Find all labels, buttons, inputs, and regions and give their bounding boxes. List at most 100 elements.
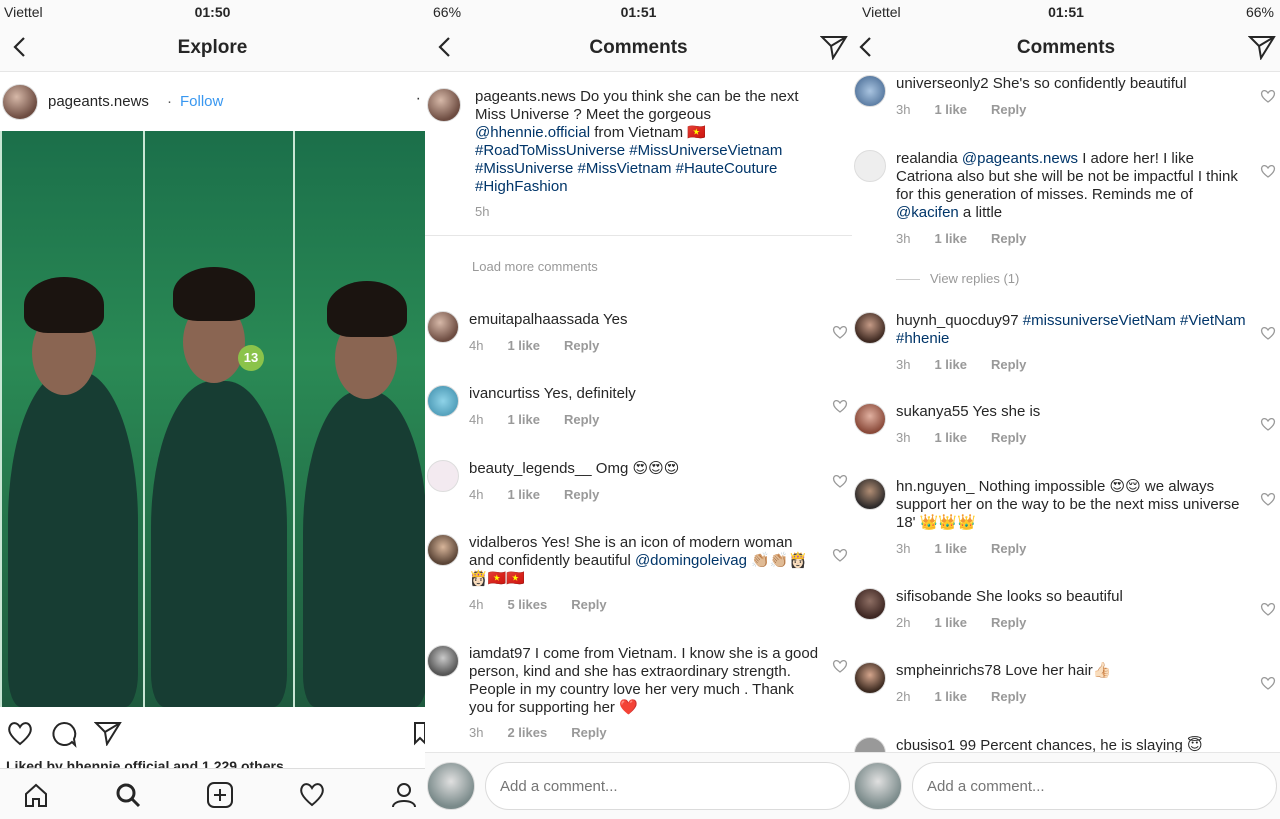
direct-share-icon[interactable] (1248, 34, 1276, 60)
caption-hashtags[interactable]: #RoadToMissUniverse #MissUniverseVietnam… (475, 142, 782, 195)
comment-input[interactable] (485, 762, 850, 810)
post-author-avatar[interactable] (2, 84, 38, 120)
reply-button[interactable]: Reply (564, 412, 599, 427)
commenter-avatar[interactable] (854, 588, 886, 620)
direct-share-icon[interactable] (820, 34, 848, 60)
commenter-avatar[interactable] (427, 645, 459, 677)
like-heart-icon[interactable] (1260, 164, 1276, 178)
like-heart-icon[interactable] (832, 399, 848, 413)
comment-likes[interactable]: 1 like (934, 541, 967, 556)
reply-button[interactable]: Reply (571, 597, 606, 612)
reply-button[interactable]: Reply (991, 102, 1026, 117)
new-post-icon[interactable] (206, 781, 234, 809)
comment-icon[interactable] (50, 720, 78, 748)
comment-likes[interactable]: 1 like (934, 430, 967, 445)
commenter-avatar[interactable] (427, 385, 459, 417)
comment-time: 3h (896, 430, 911, 445)
hair-shape (173, 267, 255, 321)
like-heart-icon[interactable] (1260, 492, 1276, 506)
comment-mention-2[interactable]: @kacifen (896, 204, 959, 221)
activity-heart-icon[interactable] (298, 781, 326, 807)
comment-likes[interactable]: 1 like (507, 338, 540, 353)
reply-button[interactable]: Reply (991, 231, 1026, 246)
comment-body: Omg 😍😍😍 (591, 460, 680, 477)
reply-button[interactable]: Reply (564, 487, 599, 502)
liked-by-text[interactable]: Liked by hhennie.official and 1,229 othe… (6, 758, 284, 768)
comment-text: sukanya55 Yes she is (896, 403, 1246, 421)
caption-text: pageants.news Do you think she can be th… (475, 88, 820, 196)
heart-icon[interactable] (6, 720, 34, 746)
commenter-username[interactable]: realandia (896, 150, 958, 167)
commenter-username[interactable]: iamdat97 (469, 645, 531, 662)
like-heart-icon[interactable] (1260, 326, 1276, 340)
commenter-avatar[interactable] (854, 478, 886, 510)
comment-input[interactable] (912, 762, 1277, 810)
commenter-username[interactable]: hn.nguyen_ (896, 478, 974, 495)
commenter-username[interactable]: smpheinrichs78 (896, 662, 1001, 679)
search-icon[interactable] (114, 781, 142, 809)
comment-likes[interactable]: 1 like (934, 615, 967, 630)
post-image[interactable]: 13 (0, 131, 425, 707)
comment-likes[interactable]: 2 likes (507, 725, 547, 740)
commenter-avatar[interactable] (854, 150, 886, 182)
comment-likes[interactable]: 1 like (934, 102, 967, 117)
commenter-username[interactable]: huynh_quocduy97 (896, 312, 1019, 329)
share-icon[interactable] (94, 720, 122, 746)
like-heart-icon[interactable] (1260, 602, 1276, 616)
view-replies-link[interactable]: View replies (1) (896, 271, 1019, 286)
comment-time: 4h (469, 487, 484, 502)
commenter-avatar[interactable] (854, 75, 886, 107)
comment-likes[interactable]: 1 like (934, 689, 967, 704)
commenter-username[interactable]: sifisobande (896, 588, 972, 605)
like-heart-icon[interactable] (1260, 417, 1276, 431)
comment-text: realandia @pageants.news I adore her! I … (896, 150, 1246, 222)
post-author-username[interactable]: pageants.news (48, 93, 149, 110)
comment-mention[interactable]: @domingoleivag (635, 552, 747, 569)
reply-button[interactable]: Reply (991, 689, 1026, 704)
like-heart-icon[interactable] (1260, 89, 1276, 103)
clock: 01:51 (1048, 4, 1084, 20)
reply-button[interactable]: Reply (564, 338, 599, 353)
comment-likes[interactable]: 1 like (507, 412, 540, 427)
bookmark-icon[interactable] (412, 720, 425, 746)
caption-username[interactable]: pageants.news (475, 88, 576, 105)
follow-button[interactable]: Follow (180, 93, 223, 110)
reply-divider (896, 279, 920, 281)
commenter-avatar[interactable] (427, 311, 459, 343)
home-icon[interactable] (22, 781, 50, 809)
comment-likes[interactable]: 5 likes (507, 597, 547, 612)
commenter-avatar[interactable] (427, 460, 459, 492)
commenter-username[interactable]: ivancurtiss (469, 385, 540, 402)
my-avatar (427, 762, 475, 810)
commenter-username[interactable]: beauty_legends__ (469, 460, 592, 477)
profile-icon[interactable] (390, 781, 418, 809)
caption-author-avatar[interactable] (427, 88, 461, 122)
reply-button[interactable]: Reply (991, 430, 1026, 445)
commenter-avatar[interactable] (854, 403, 886, 435)
contestant-number-badge: 13 (238, 345, 264, 371)
commenter-avatar[interactable] (854, 312, 886, 344)
more-options-icon[interactable]: · (416, 90, 421, 108)
like-heart-icon[interactable] (832, 659, 848, 673)
commenter-username[interactable]: sukanya55 (896, 403, 969, 420)
reply-button[interactable]: Reply (571, 725, 606, 740)
commenter-username[interactable]: universeonly2 (896, 75, 989, 92)
commenter-username[interactable]: emuitapalhaassada (469, 311, 599, 328)
comment-mention[interactable]: @pageants.news (962, 150, 1078, 167)
comment-likes[interactable]: 1 like (934, 231, 967, 246)
reply-button[interactable]: Reply (991, 357, 1026, 372)
commenter-avatar[interactable] (427, 534, 459, 566)
commenter-avatar[interactable] (854, 662, 886, 694)
like-heart-icon[interactable] (832, 325, 848, 339)
like-heart-icon[interactable] (1260, 676, 1276, 690)
caption-mention[interactable]: @hhennie.official (475, 124, 590, 141)
reply-button[interactable]: Reply (991, 615, 1026, 630)
load-more-comments-link[interactable]: Load more comments (472, 259, 598, 274)
like-heart-icon[interactable] (832, 548, 848, 562)
like-heart-icon[interactable] (832, 474, 848, 488)
comment-likes[interactable]: 1 like (934, 357, 967, 372)
reply-button[interactable]: Reply (991, 541, 1026, 556)
commenter-username[interactable]: vidalberos (469, 534, 537, 551)
battery-indicator: 66% (1246, 4, 1274, 20)
comment-likes[interactable]: 1 like (507, 487, 540, 502)
